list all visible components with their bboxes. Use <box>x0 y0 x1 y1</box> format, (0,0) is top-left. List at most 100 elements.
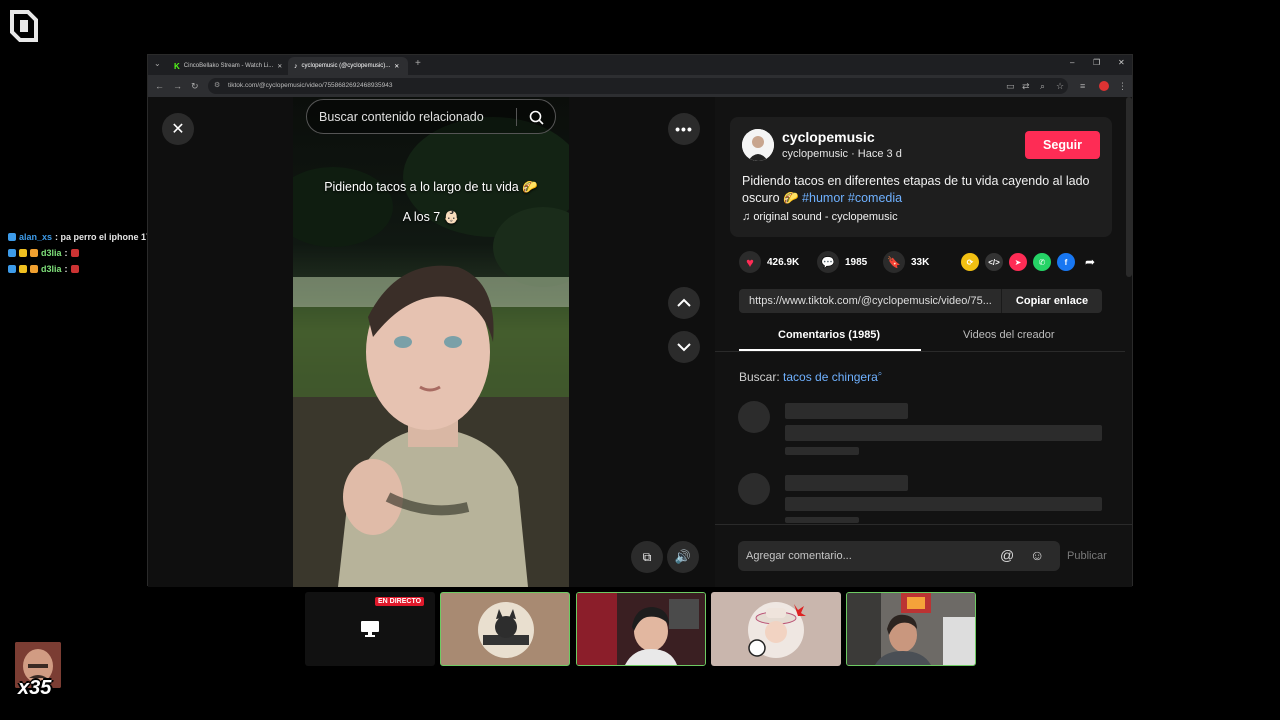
close-window-icon[interactable]: ✕ <box>1118 58 1125 67</box>
close-icon[interactable]: ✕ <box>394 63 399 70</box>
facebook-icon[interactable]: f <box>1057 253 1075 271</box>
hashtags-link[interactable]: #humor #comedia <box>802 191 902 205</box>
chat-text: : <box>64 248 68 258</box>
chat-message: d3lia : <box>8 248 79 258</box>
loading-line-placeholder <box>785 497 1102 511</box>
bookmark-icon: 🔖 <box>883 251 905 273</box>
search-icon[interactable] <box>529 110 544 125</box>
webcam-feed-icon <box>577 593 705 665</box>
menu-icon[interactable]: ⋮ <box>1118 80 1127 92</box>
more-options-button[interactable]: ••• <box>668 113 700 145</box>
find-term-link[interactable]: tacos de chingera <box>783 370 878 384</box>
person-figure <box>338 265 528 587</box>
follow-button[interactable]: Seguir <box>1025 131 1100 159</box>
related-search-input[interactable]: Buscar contenido relacionado <box>306 99 556 134</box>
close-icon[interactable]: ✕ <box>277 63 282 70</box>
loading-avatar-placeholder <box>738 473 770 505</box>
next-video-button[interactable] <box>668 331 700 363</box>
tab-search-icon[interactable]: ⌄ <box>154 58 161 70</box>
loading-line-placeholder <box>785 517 859 523</box>
chevron-down-icon <box>677 343 691 352</box>
bookmark-star-icon[interactable]: ☆ <box>1056 80 1064 92</box>
like-button[interactable]: ♥ 426.9K <box>739 251 799 273</box>
save-button[interactable]: 🔖 33K <box>883 251 929 273</box>
post-description: Pidiendo tacos en diferentes etapas de t… <box>742 173 1107 207</box>
gift-badge-icon <box>30 249 38 257</box>
site-info-icon[interactable]: ⚙ <box>214 78 220 94</box>
maximize-icon[interactable]: ❐ <box>1093 58 1100 67</box>
tab-kick[interactable]: K CincoBellako Stream - Watch Li... ✕ <box>168 57 286 75</box>
close-video-button[interactable]: ✕ <box>162 113 194 145</box>
chat-username: d3lia <box>41 264 62 274</box>
extensions-icon[interactable]: ≡ <box>1080 80 1085 92</box>
previous-video-button[interactable] <box>668 287 700 319</box>
like-count: 426.9K <box>767 256 800 268</box>
emoji-icon[interactable]: ☺ <box>1030 547 1044 563</box>
details-panel: cyclopemusic cyclopemusic · Hace 3 d Seg… <box>715 97 1132 587</box>
comment-input[interactable]: Agregar comentario... @ ☺ <box>738 541 1060 571</box>
embed-icon[interactable]: </> <box>985 253 1003 271</box>
translate-icon[interactable]: ⇄ <box>1022 80 1030 92</box>
share-arrow-icon[interactable]: ➦ <box>1081 253 1099 271</box>
description-text: Pidiendo tacos en diferentes etapas de t… <box>742 174 1090 205</box>
publish-button[interactable]: Publicar <box>1067 550 1107 562</box>
chat-username: alan_xs <box>19 232 53 242</box>
avatar[interactable] <box>742 129 774 161</box>
find-label: Buscar: <box>739 370 780 384</box>
mention-icon[interactable]: @ <box>1000 547 1014 563</box>
comment-count: 1985 <box>845 256 868 268</box>
more-icon: ••• <box>675 121 693 137</box>
profile-avatar-icon[interactable] <box>1099 81 1109 91</box>
search-icon: ⌕ <box>877 369 883 378</box>
url-input[interactable]: ⚙ tiktok.com/@cyclopemusic/video/7558682… <box>208 78 1068 94</box>
badge-icon <box>8 265 16 273</box>
whatsapp-icon[interactable]: ✆ <box>1033 253 1051 271</box>
loading-line-placeholder <box>785 475 908 491</box>
cowboy-avatar-icon <box>748 602 806 658</box>
kick-icon: K <box>174 61 180 71</box>
share-link-field[interactable]: https://www.tiktok.com/@cyclopemusic/vid… <box>739 289 1102 313</box>
guest-tile-screen: EN DIRECTO <box>305 592 435 666</box>
sub-badge-icon <box>19 265 27 273</box>
post-info-card: cyclopemusic cyclopemusic · Hace 3 d Seg… <box>730 117 1112 237</box>
tab-tiktok[interactable]: ♪ cyclopemusic (@cyclopemusic)... ✕ <box>288 57 408 75</box>
tab-comments[interactable]: Comentarios (1985) <box>778 329 880 341</box>
guest-tile-webcam-1 <box>576 592 706 666</box>
post-username[interactable]: cyclopemusic <box>782 129 875 145</box>
reload-icon[interactable]: ↻ <box>191 80 199 92</box>
divider <box>715 351 1125 352</box>
send-to-friends-icon[interactable]: ➤ <box>1009 253 1027 271</box>
emote-icon <box>70 249 79 257</box>
sound-link[interactable]: ♫ original sound - cyclopemusic <box>742 211 898 223</box>
repost-icon[interactable]: ⟳ <box>961 253 979 271</box>
chat-message: d3lia : <box>8 264 79 274</box>
forward-icon[interactable]: → <box>173 80 182 92</box>
minimize-icon[interactable]: – <box>1070 58 1074 67</box>
sub-badge-icon <box>19 249 27 257</box>
loading-line-placeholder <box>785 447 859 455</box>
chevron-up-icon <box>677 298 691 307</box>
badge-icon <box>8 233 16 241</box>
new-tab-icon[interactable]: + <box>415 58 421 70</box>
heart-icon: ♥ <box>739 251 761 273</box>
comment-search-suggestion[interactable]: Buscar: tacos de chingera⌕ <box>739 369 882 384</box>
tab-creator-videos[interactable]: Videos del creador <box>963 329 1055 341</box>
video-player[interactable]: Pidiendo tacos a lo largo de tu vida 🌮 A… <box>293 97 569 587</box>
chat-username: d3lia <box>41 248 62 258</box>
floating-player-button[interactable]: ⧉ <box>631 541 663 573</box>
back-icon[interactable]: ← <box>155 80 164 92</box>
sound-label: original sound - cyclopemusic <box>753 211 898 223</box>
guest-tile-cat <box>440 592 570 666</box>
pip-icon: ⧉ <box>642 549 652 564</box>
address-bar: ← → ↻ ⚙ tiktok.com/@cyclopemusic/video/7… <box>148 75 1132 97</box>
comment-button[interactable]: 💬 1985 <box>817 251 867 273</box>
url-text: tiktok.com/@cyclopemusic/video/755868269… <box>228 82 393 89</box>
volume-button[interactable]: 🔊 <box>667 541 699 573</box>
loading-line-placeholder <box>785 425 1102 441</box>
scrollbar[interactable] <box>1126 97 1132 277</box>
tab-bar: ⌄ K CincoBellako Stream - Watch Li... ✕ … <box>148 55 1132 75</box>
copy-link-button[interactable]: Copiar enlace <box>1001 289 1102 313</box>
zoom-icon[interactable]: ⌕ <box>1040 80 1045 92</box>
comment-placeholder: Agregar comentario... <box>746 550 852 562</box>
cast-icon[interactable]: ▭ <box>1006 80 1015 92</box>
